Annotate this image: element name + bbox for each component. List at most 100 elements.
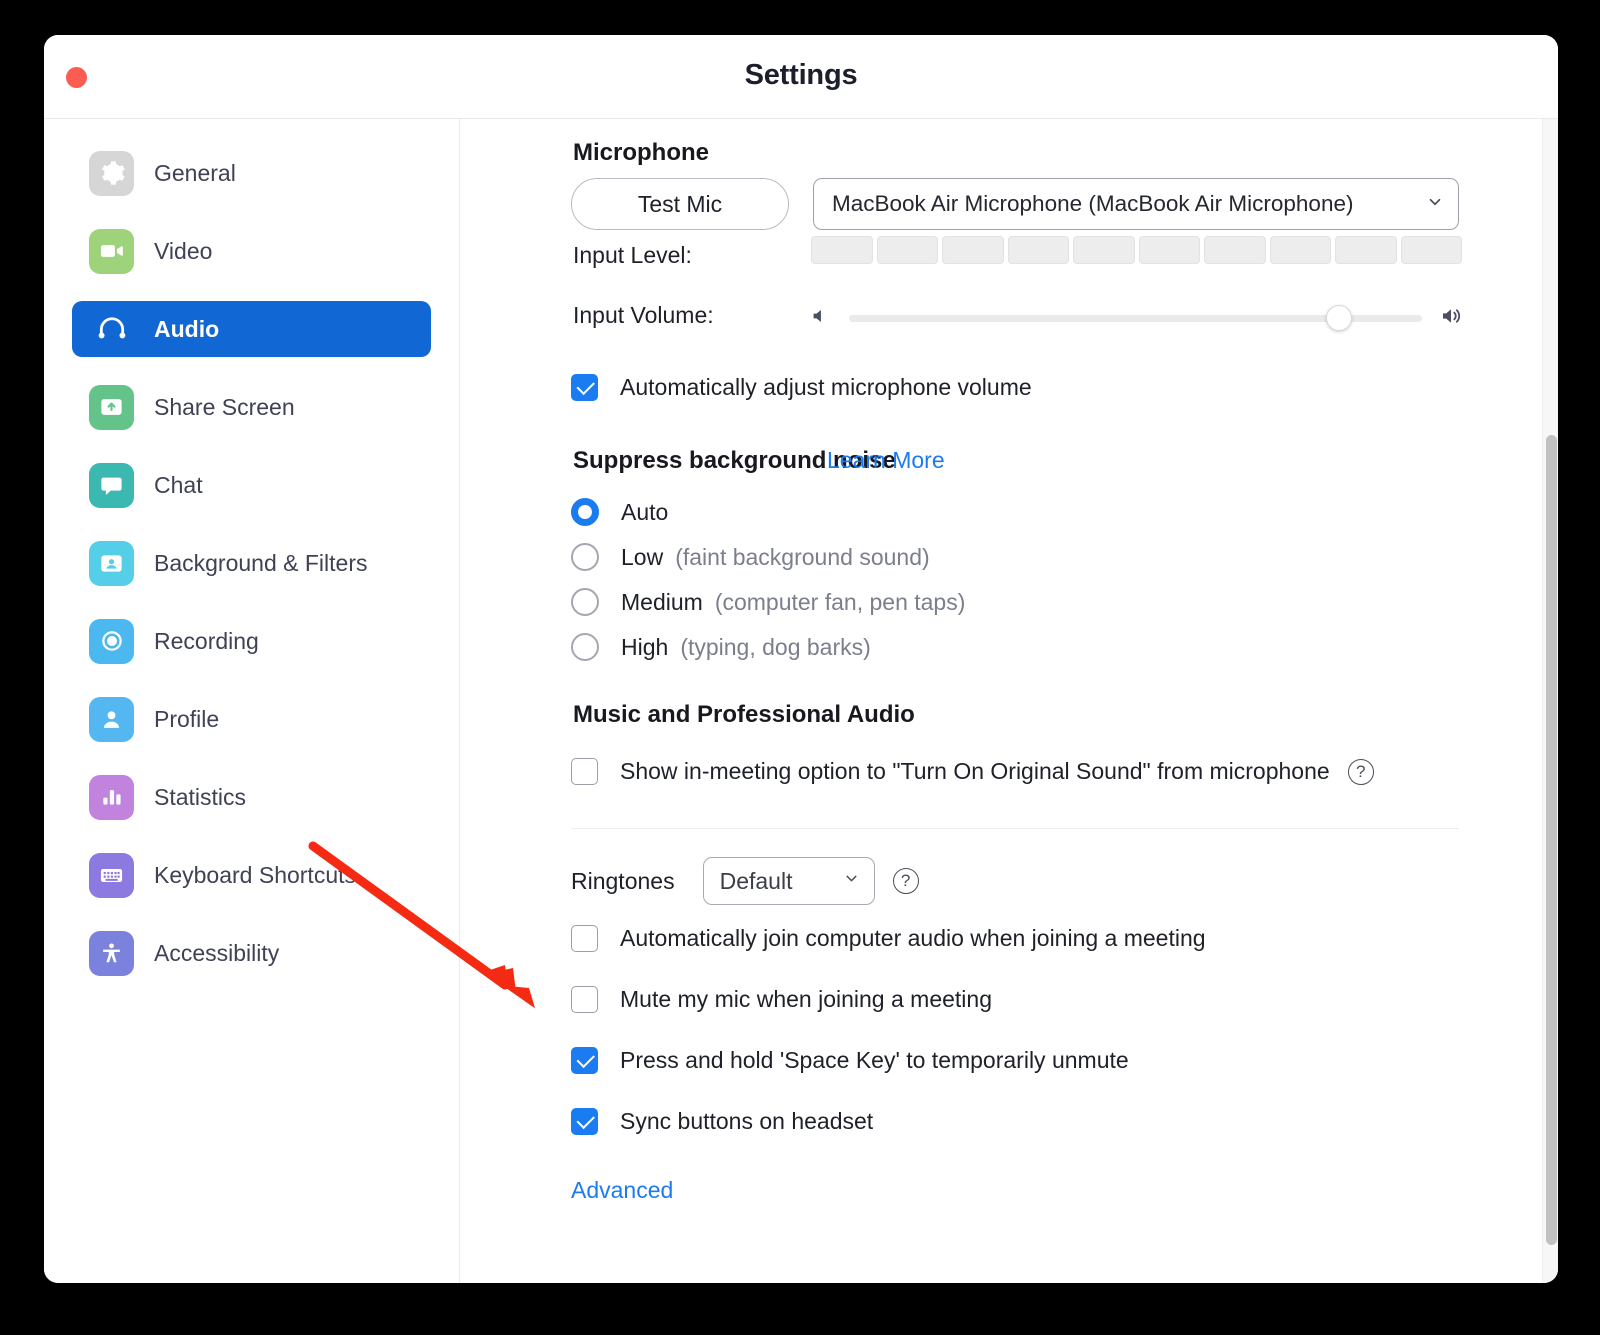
- video-camera-icon: [89, 229, 134, 274]
- speaker-low-icon: [809, 305, 831, 332]
- sidebar-item-label: General: [154, 160, 236, 187]
- sidebar-item-background-filters[interactable]: Background & Filters: [72, 535, 431, 591]
- sidebar-item-audio[interactable]: Audio: [72, 301, 431, 357]
- level-segment: [1204, 236, 1266, 264]
- sidebar-item-chat[interactable]: Chat: [72, 457, 431, 513]
- sidebar: General Video Audio Share Screen: [44, 119, 460, 1283]
- chevron-down-icon: [843, 870, 860, 892]
- sidebar-item-statistics[interactable]: Statistics: [72, 769, 431, 825]
- input-level-label: Input Level:: [573, 242, 692, 269]
- input-volume-slider[interactable]: [849, 315, 1422, 322]
- sidebar-item-label: Keyboard Shortcuts: [154, 862, 356, 889]
- sidebar-item-label: Background & Filters: [154, 550, 367, 577]
- sidebar-item-share-screen[interactable]: Share Screen: [72, 379, 431, 435]
- space-key-unmute-label: Press and hold 'Space Key' to temporaril…: [620, 1047, 1129, 1074]
- sidebar-item-profile[interactable]: Profile: [72, 691, 431, 747]
- sidebar-item-general[interactable]: General: [72, 145, 431, 201]
- sync-headset-buttons-checkbox[interactable]: [571, 1108, 598, 1135]
- ringtones-label: Ringtones: [571, 868, 675, 895]
- sync-headset-buttons-checkbox-row[interactable]: Sync buttons on headset: [571, 1108, 873, 1135]
- person-frame-icon: [89, 541, 134, 586]
- ringtones-select[interactable]: Default: [703, 857, 875, 905]
- auto-join-computer-audio-checkbox-row[interactable]: Automatically join computer audio when j…: [571, 925, 1206, 952]
- headphones-icon: [89, 307, 134, 352]
- noise-option-low[interactable]: Low (faint background sound): [571, 543, 930, 571]
- noise-option-hint: (faint background sound): [675, 544, 929, 571]
- sidebar-item-label: Audio: [154, 316, 219, 343]
- test-mic-button[interactable]: Test Mic: [571, 178, 789, 230]
- auto-adjust-mic-volume-label: Automatically adjust microphone volume: [620, 374, 1032, 401]
- noise-option-high[interactable]: High (typing, dog barks): [571, 633, 871, 661]
- input-level-meter: [811, 236, 1462, 264]
- level-segment: [1008, 236, 1070, 264]
- ringtones-row: Ringtones Default ?: [571, 857, 919, 905]
- level-segment: [1073, 236, 1135, 264]
- sidebar-item-label: Profile: [154, 706, 219, 733]
- chevron-down-icon: [1426, 193, 1444, 216]
- radio-low[interactable]: [571, 543, 599, 571]
- speaker-high-icon: [1440, 304, 1464, 333]
- title-bar: Settings: [44, 35, 1558, 119]
- auto-adjust-mic-volume-checkbox[interactable]: [571, 374, 598, 401]
- level-segment: [1335, 236, 1397, 264]
- radio-medium[interactable]: [571, 588, 599, 616]
- record-circle-icon: [89, 619, 134, 664]
- accessibility-icon: [89, 931, 134, 976]
- sidebar-item-label: Accessibility: [154, 940, 279, 967]
- level-segment: [1270, 236, 1332, 264]
- noise-option-hint: (computer fan, pen taps): [715, 589, 966, 616]
- input-volume-slider-row: [809, 299, 1464, 337]
- sidebar-item-label: Recording: [154, 628, 259, 655]
- sidebar-item-recording[interactable]: Recording: [72, 613, 431, 669]
- mute-mic-on-join-checkbox-row[interactable]: Mute my mic when joining a meeting: [571, 986, 992, 1013]
- level-segment: [942, 236, 1004, 264]
- noise-option-label: Medium: [621, 589, 703, 616]
- radio-high[interactable]: [571, 633, 599, 661]
- level-segment: [811, 236, 873, 264]
- level-segment: [1401, 236, 1463, 264]
- auto-adjust-mic-volume-checkbox-row[interactable]: Automatically adjust microphone volume: [571, 374, 1032, 401]
- auto-join-computer-audio-checkbox[interactable]: [571, 925, 598, 952]
- slider-thumb[interactable]: [1326, 305, 1352, 331]
- space-key-unmute-checkbox[interactable]: [571, 1047, 598, 1074]
- level-segment: [877, 236, 939, 264]
- microphone-heading: Microphone: [573, 139, 709, 167]
- section-divider: [571, 828, 1459, 829]
- sidebar-item-accessibility[interactable]: Accessibility: [72, 925, 431, 981]
- vertical-scrollbar-track[interactable]: [1542, 119, 1558, 1283]
- sidebar-item-label: Share Screen: [154, 394, 295, 421]
- keyboard-icon: [89, 853, 134, 898]
- person-icon: [89, 697, 134, 742]
- share-screen-icon: [89, 385, 134, 430]
- sidebar-item-keyboard-shortcuts[interactable]: Keyboard Shortcuts: [72, 847, 431, 903]
- gear-icon: [89, 151, 134, 196]
- space-key-unmute-checkbox-row[interactable]: Press and hold 'Space Key' to temporaril…: [571, 1047, 1129, 1074]
- sidebar-item-label: Statistics: [154, 784, 246, 811]
- microphone-device-select[interactable]: MacBook Air Microphone (MacBook Air Micr…: [813, 178, 1459, 230]
- test-mic-label: Test Mic: [638, 191, 722, 218]
- question-mark-icon[interactable]: ?: [1348, 759, 1374, 785]
- original-sound-label: Show in-meeting option to "Turn On Origi…: [620, 758, 1330, 785]
- level-segment: [1139, 236, 1201, 264]
- auto-join-computer-audio-label: Automatically join computer audio when j…: [620, 925, 1206, 952]
- radio-auto[interactable]: [571, 498, 599, 526]
- question-mark-icon[interactable]: ?: [893, 868, 919, 894]
- input-volume-label: Input Volume:: [573, 302, 714, 329]
- sidebar-item-label: Video: [154, 238, 212, 265]
- sidebar-item-video[interactable]: Video: [72, 223, 431, 279]
- advanced-link[interactable]: Advanced: [571, 1177, 673, 1204]
- noise-option-label: Auto: [621, 499, 668, 526]
- noise-option-auto[interactable]: Auto: [571, 498, 668, 526]
- noise-option-label: High: [621, 634, 668, 661]
- noise-option-label: Low: [621, 544, 663, 571]
- vertical-scrollbar-thumb[interactable]: [1546, 435, 1557, 1245]
- original-sound-checkbox[interactable]: [571, 758, 598, 785]
- original-sound-checkbox-row[interactable]: Show in-meeting option to "Turn On Origi…: [571, 758, 1374, 785]
- mute-mic-on-join-checkbox[interactable]: [571, 986, 598, 1013]
- settings-content-panel: Microphone Test Mic MacBook Air Micropho…: [461, 119, 1558, 1283]
- page-title: Settings: [44, 59, 1558, 92]
- learn-more-link[interactable]: Learn More: [827, 447, 945, 474]
- microphone-device-value: MacBook Air Microphone (MacBook Air Micr…: [814, 191, 1426, 217]
- noise-option-medium[interactable]: Medium (computer fan, pen taps): [571, 588, 965, 616]
- sync-headset-buttons-label: Sync buttons on headset: [620, 1108, 873, 1135]
